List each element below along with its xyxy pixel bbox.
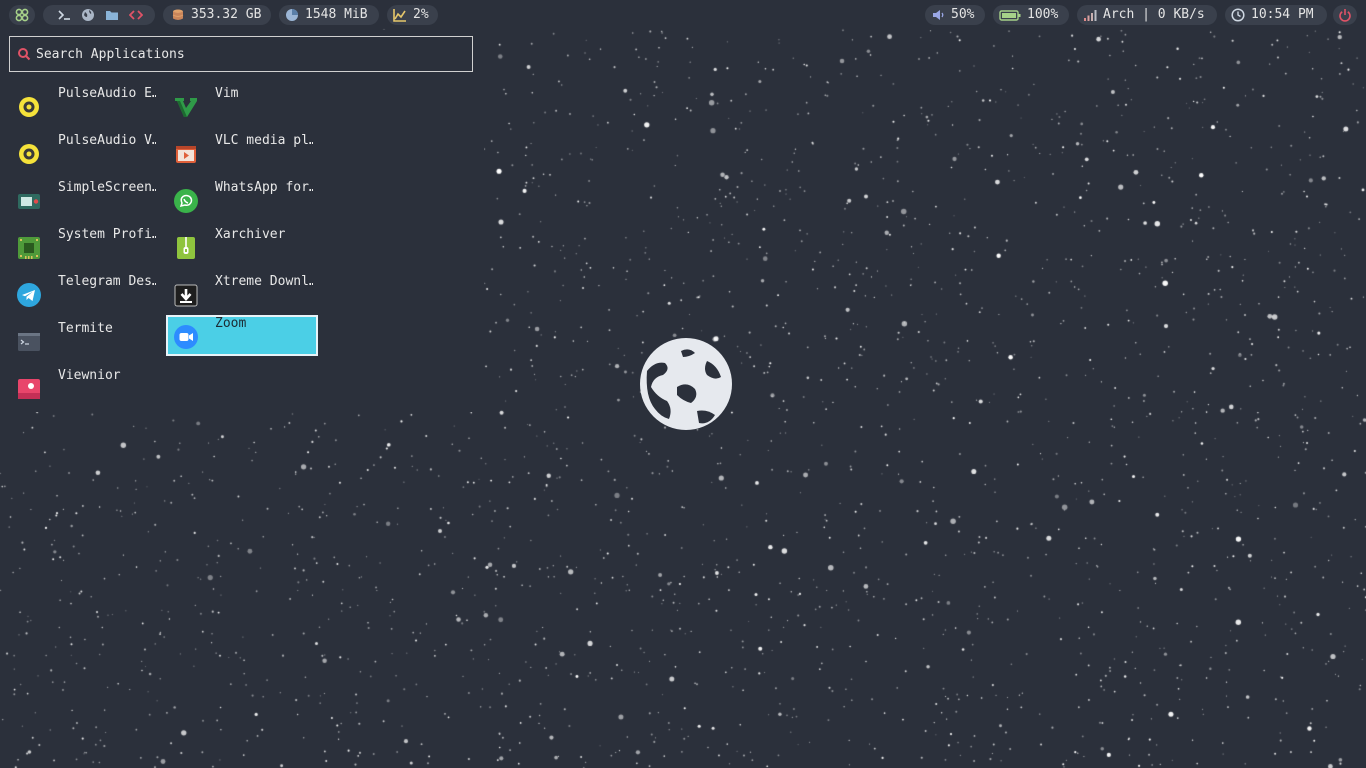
- app-label: VLC media pl…: [215, 133, 313, 148]
- app-label: Zoom: [215, 316, 247, 331]
- clock-widget[interactable]: 10:54 PM: [1225, 5, 1327, 25]
- app-label: Vim: [215, 86, 239, 101]
- app-item-system-profiler[interactable]: System Profi…: [9, 226, 161, 267]
- app-item-pulseaudio-equalizer[interactable]: PulseAudio E…: [9, 85, 161, 126]
- terminal-icon[interactable]: [57, 8, 71, 22]
- app-label: Termite: [58, 321, 113, 336]
- globe-icon[interactable]: [81, 8, 95, 22]
- app-label: Xarchiver: [215, 227, 286, 242]
- battery-value: 100%: [1027, 7, 1059, 22]
- whatsapp-icon: [172, 187, 200, 215]
- volume-icon: [931, 8, 945, 22]
- disk-usage-widget: 353.32 GB: [163, 5, 271, 25]
- memory-icon: [285, 8, 299, 22]
- cpu-icon: [393, 8, 407, 22]
- app-label: PulseAudio E…: [58, 86, 156, 101]
- search-icon: [18, 48, 31, 61]
- volume-value: 50%: [951, 7, 975, 22]
- clock-value: 10:54 PM: [1251, 7, 1314, 22]
- app-label: Viewnior: [58, 368, 121, 383]
- app-item-xtreme-download-manager[interactable]: Xtreme Downl…: [166, 273, 318, 314]
- folder-icon[interactable]: [105, 8, 119, 22]
- code-icon[interactable]: [129, 8, 143, 22]
- launchers-group: [43, 5, 155, 25]
- volume-widget[interactable]: 50%: [925, 5, 985, 25]
- top-panel: 353.32 GB 1548 MiB 2% 50% 100% Arch | 0 …: [0, 0, 1366, 30]
- zoom-icon: [172, 323, 200, 351]
- app-item-viewnior[interactable]: Viewnior: [9, 367, 161, 408]
- app-label: SimpleScreen…: [58, 180, 156, 195]
- power-button[interactable]: [1333, 5, 1357, 25]
- disk-icon: [171, 8, 185, 22]
- app-item-simplescreenrecorder[interactable]: SimpleScreen…: [9, 179, 161, 220]
- app-label: Xtreme Downl…: [215, 274, 313, 289]
- apps-menu-button[interactable]: [9, 5, 35, 25]
- download-icon: [172, 281, 200, 309]
- network-value: Arch | 0 KB/s: [1103, 7, 1205, 22]
- image-viewer-icon: [15, 375, 43, 403]
- vim-icon: [172, 93, 200, 121]
- app-item-termite[interactable]: Termite: [9, 320, 161, 361]
- app-item-pulseaudio-volume[interactable]: PulseAudio V…: [9, 132, 161, 173]
- cpu-usage-widget: 2%: [387, 5, 438, 25]
- wifi-icon: [1083, 8, 1097, 22]
- network-widget[interactable]: Arch | 0 KB/s: [1077, 5, 1217, 25]
- pulseaudio-icon: [15, 140, 43, 168]
- memory-usage-widget: 1548 MiB: [279, 5, 379, 25]
- apps-icon: [15, 8, 29, 22]
- app-item-xarchiver[interactable]: Xarchiver: [166, 226, 318, 267]
- app-item-vim[interactable]: Vim: [166, 85, 318, 126]
- app-label: Telegram Des…: [58, 274, 156, 289]
- app-item-telegram-desktop[interactable]: Telegram Des…: [9, 273, 161, 314]
- screen-recorder-icon: [15, 187, 43, 215]
- clock-icon: [1231, 8, 1245, 22]
- disk-usage-value: 353.32 GB: [191, 7, 262, 22]
- memory-usage-value: 1548 MiB: [305, 7, 368, 22]
- vlc-icon: [172, 140, 200, 168]
- app-item-zoom[interactable]: Zoom: [166, 315, 318, 356]
- battery-icon: [999, 8, 1021, 22]
- cpu-usage-value: 2%: [413, 7, 429, 22]
- app-item-vlc[interactable]: VLC media pl…: [166, 132, 318, 173]
- pulseaudio-icon: [15, 93, 43, 121]
- app-launcher: PulseAudio E… PulseAudio V… SimpleScreen…: [0, 30, 484, 412]
- archive-icon: [172, 234, 200, 262]
- power-icon: [1338, 8, 1352, 22]
- search-input[interactable]: [36, 46, 456, 62]
- earth-wallpaper-icon: [640, 338, 732, 430]
- battery-widget[interactable]: 100%: [993, 5, 1069, 25]
- telegram-icon: [15, 281, 43, 309]
- search-box[interactable]: [9, 36, 473, 72]
- app-item-whatsapp[interactable]: WhatsApp for…: [166, 179, 318, 220]
- app-label: System Profi…: [58, 227, 156, 242]
- app-label: WhatsApp for…: [215, 180, 313, 195]
- chip-icon: [15, 234, 43, 262]
- terminal-window-icon: [15, 328, 43, 356]
- app-label: PulseAudio V…: [58, 133, 156, 148]
